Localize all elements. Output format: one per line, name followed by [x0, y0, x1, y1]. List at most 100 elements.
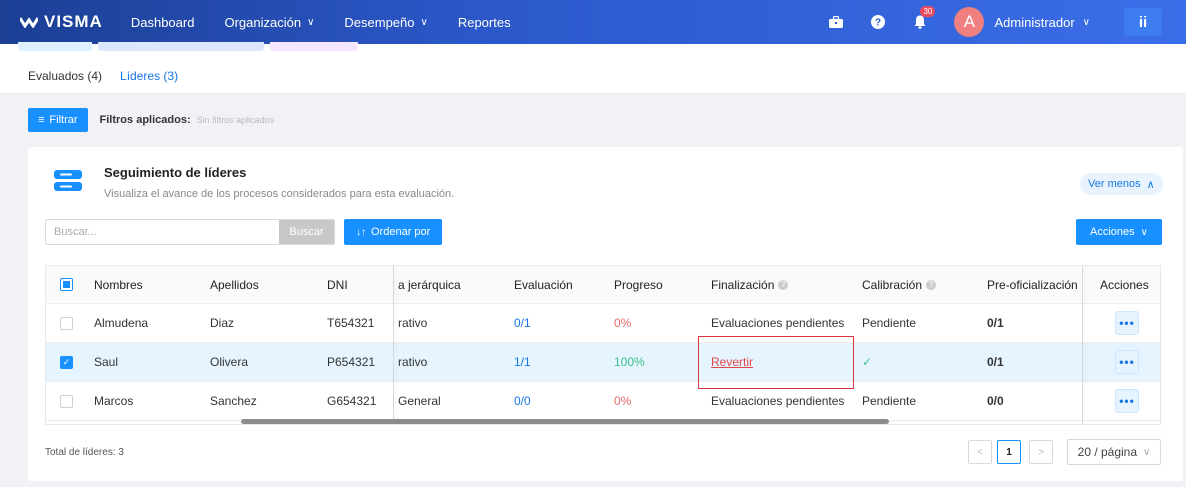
tab-list: Evaluados (4) Líderes (3)	[28, 69, 196, 91]
cell-dni: G654321	[327, 394, 377, 408]
header-evaluation[interactable]: Evaluación	[514, 266, 573, 303]
avatar[interactable]: A	[954, 7, 985, 37]
tabs-strip: Evaluados (4) Líderes (3)	[0, 42, 1186, 94]
status-tag	[98, 42, 264, 51]
calibration-check-icon: ✓	[862, 355, 873, 369]
nav-organizacion[interactable]: Organización ∨	[224, 15, 314, 30]
header-preofficial[interactable]: Pre-oficialización	[987, 266, 1078, 303]
apps-button[interactable]: ii	[1124, 8, 1162, 36]
cell-evaluation[interactable]: 0/0	[514, 382, 531, 420]
chevron-down-icon: ∨	[420, 16, 428, 28]
header-finalization[interactable]: Finalización?	[711, 266, 789, 303]
cell-calibration: Pendiente	[862, 316, 917, 330]
help-icon[interactable]: ?	[870, 14, 886, 30]
row-actions-button[interactable]: •••	[1115, 382, 1139, 420]
cell-hierarchy: General	[398, 394, 441, 408]
more-icon: •••	[1115, 389, 1139, 413]
filter-button-label: Filtrar	[49, 114, 78, 126]
nav-dashboard[interactable]: Dashboard	[131, 15, 195, 30]
more-icon: •••	[1115, 311, 1139, 335]
nav-organizacion-label: Organización	[224, 14, 302, 30]
search-box: Buscar	[45, 219, 335, 245]
bell-icon[interactable]: 30	[912, 6, 936, 30]
table-row[interactable]: Marcos Sanchez G654321 General 0/0 0% Ev…	[46, 382, 1160, 421]
actions-dropdown-label: Acciones	[1090, 226, 1135, 238]
status-tags-partial	[18, 42, 364, 51]
chevron-right-icon: >	[1038, 446, 1044, 458]
row-checkbox[interactable]	[60, 304, 73, 342]
top-right-tools: ? 30 A Administrador ∨ ii	[828, 0, 1186, 44]
nav-dashboard-label: Dashboard	[130, 14, 195, 30]
select-all-checkbox[interactable]	[60, 266, 73, 303]
cell-name: Saul	[94, 355, 119, 369]
nav-desempeno[interactable]: Desempeño ∨	[344, 15, 427, 30]
cell-dni: T654321	[327, 316, 375, 330]
header-hierarchy[interactable]: a jerárquica	[398, 266, 461, 303]
top-navigation-bar: VISMA Dashboard Organización ∨ Desempeño ∨…	[0, 0, 1186, 44]
chevron-up-icon: ∧	[1146, 178, 1155, 191]
search-button[interactable]: Buscar	[279, 220, 334, 244]
cell-calibration: Pendiente	[862, 394, 917, 408]
leaders-table: Nombres Apellidos DNI a jerárquica Evalu…	[45, 265, 1161, 425]
card-title: Seguimiento de líderes	[104, 165, 247, 180]
page-size-select[interactable]: 20 / página ∨	[1067, 439, 1161, 465]
chevron-left-icon: <	[977, 446, 983, 458]
cell-preofficial: 0/1	[987, 355, 1004, 369]
notification-badge: 30	[920, 6, 936, 17]
cell-evaluation[interactable]: 0/1	[514, 304, 531, 342]
cell-progress: 0%	[614, 316, 632, 330]
brand-name: VISMA	[44, 12, 103, 31]
row-actions-button[interactable]: •••	[1115, 343, 1139, 381]
tab-lideres[interactable]: Líderes (3)	[120, 69, 178, 91]
cell-hierarchy: rativo	[398, 355, 428, 369]
table-header-row: Nombres Apellidos DNI a jerárquica Evalu…	[46, 266, 1160, 304]
table-row[interactable]: Almudena Diaz T654321 rativo 0/1 0% Eval…	[46, 304, 1160, 343]
sort-button[interactable]: ↓↑ Ordenar por	[344, 219, 443, 245]
more-icon: •••	[1115, 350, 1139, 374]
next-page-button[interactable]: >	[1029, 440, 1053, 464]
nav-reportes[interactable]: Reportes	[458, 15, 511, 30]
cell-surname: Diaz	[210, 316, 235, 330]
total-leaders: Total de líderes: 3	[45, 447, 124, 458]
visma-logo[interactable]: VISMA	[20, 12, 103, 32]
card-subtitle: Visualiza el avance de los procesos cons…	[104, 188, 455, 200]
toggle-details-label: Ver menos	[1088, 178, 1141, 190]
prev-page-button[interactable]: <	[968, 440, 992, 464]
row-checkbox[interactable]	[60, 382, 73, 420]
cell-evaluation[interactable]: 1/1	[514, 343, 531, 381]
nav-desempeno-label: Desempeño	[344, 14, 415, 30]
header-calibration-label: Calibración	[862, 277, 923, 292]
user-name[interactable]: Administrador	[994, 15, 1074, 30]
cell-progress: 0%	[614, 394, 632, 408]
search-input[interactable]	[46, 220, 279, 244]
header-dni[interactable]: DNI	[327, 266, 348, 303]
status-tag	[270, 42, 358, 51]
toggle-details-button[interactable]: Ver menos ∧	[1080, 173, 1163, 195]
briefcase-icon[interactable]	[828, 14, 844, 30]
info-icon[interactable]: ?	[926, 279, 937, 290]
check-icon: ✓	[60, 355, 73, 369]
row-checkbox[interactable]: ✓	[60, 343, 73, 381]
header-progress[interactable]: Progreso	[614, 266, 663, 303]
page-button-current[interactable]: 1	[997, 440, 1021, 464]
chevron-down-icon[interactable]: ∨	[1083, 17, 1090, 28]
actions-dropdown-button[interactable]: Acciones ∨	[1076, 219, 1162, 245]
header-surnames[interactable]: Apellidos	[210, 266, 259, 303]
row-actions-button[interactable]: •••	[1115, 304, 1139, 342]
header-names[interactable]: Nombres	[94, 266, 143, 303]
applied-filters-value: Sin filtros aplicados	[196, 115, 275, 125]
horizontal-scrollbar[interactable]	[241, 419, 889, 424]
info-icon[interactable]: ?	[778, 279, 789, 290]
sort-icon: ↓↑	[356, 226, 366, 238]
cell-name: Marcos	[94, 394, 134, 408]
table-row[interactable]: ✓ Saul Olivera P654321 rativo 1/1 100% R…	[46, 343, 1160, 382]
cell-dni: P654321	[327, 355, 376, 369]
cell-progress: 100%	[614, 355, 645, 369]
header-actions: Acciones	[1100, 277, 1149, 292]
header-calibration[interactable]: Calibración?	[862, 266, 937, 303]
cell-hierarchy: rativo	[398, 316, 428, 330]
fixed-column-divider	[393, 266, 394, 424]
tab-evaluados[interactable]: Evaluados (4)	[28, 69, 102, 91]
filter-row: ≡ Filtrar Filtros aplicados: Sin filtros…	[28, 108, 274, 132]
filter-button[interactable]: ≡ Filtrar	[28, 108, 88, 132]
